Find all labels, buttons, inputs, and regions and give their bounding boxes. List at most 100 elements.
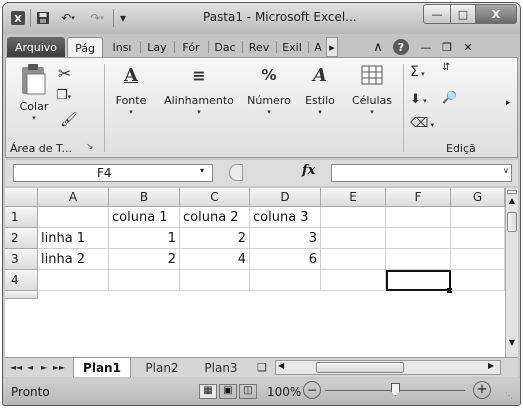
cell-e3[interactable] — [321, 249, 386, 270]
row-header-3[interactable]: 3 — [5, 249, 38, 270]
row-header-2[interactable]: 2 — [5, 228, 38, 249]
maximize-button[interactable]: □ — [450, 4, 476, 24]
cell-e2[interactable] — [321, 228, 386, 249]
previous-sheet-icon[interactable]: ◄ — [24, 358, 36, 377]
scroll-left-icon[interactable]: ◀ — [278, 361, 284, 370]
cell-a3[interactable]: linha 2 — [38, 249, 109, 270]
column-header-e[interactable]: E — [321, 188, 386, 207]
cell-b2[interactable]: 1 — [109, 228, 180, 249]
minimize-button[interactable]: — — [423, 4, 451, 24]
tab-formulas[interactable]: Fór — [177, 37, 205, 57]
insert-sheet-icon[interactable]: ❏ — [253, 358, 271, 377]
alignment-button[interactable]: ≡ Alinhamento ▾ — [162, 62, 236, 117]
zoom-out-button[interactable]: − — [303, 381, 321, 399]
scroll-up-icon[interactable]: ▲ — [506, 196, 518, 208]
styles-button[interactable]: A Estilo ▾ — [299, 62, 341, 117]
cell-e1[interactable] — [321, 207, 386, 228]
cell-g3[interactable] — [451, 249, 505, 270]
sheet-tab-plan1[interactable]: Plan1 — [73, 358, 131, 377]
minimize-ribbon-icon[interactable]: ∧ — [369, 37, 387, 57]
cell-g4[interactable] — [451, 270, 505, 291]
column-header-b[interactable]: B — [109, 188, 180, 207]
undo-icon[interactable]: ↶ ▾ — [55, 9, 81, 27]
split-box[interactable] — [507, 190, 517, 194]
cell-d4[interactable] — [250, 270, 321, 291]
expand-formula-bar-icon[interactable]: ∨ — [503, 166, 509, 175]
cell-d2[interactable]: 3 — [250, 228, 321, 249]
tab-file[interactable]: Arquivo — [7, 37, 65, 57]
ribbon-scroll-right-icon[interactable]: ▸ — [506, 98, 511, 108]
column-header-f[interactable]: F — [386, 188, 451, 207]
workbook-close-icon[interactable]: ✕ — [461, 37, 475, 57]
sheet-tab-plan3[interactable]: Plan3 — [193, 358, 249, 377]
workbook-restore-icon[interactable]: ❐ — [439, 37, 455, 57]
tab-view[interactable]: Exil — [279, 37, 305, 57]
formula-bar-collapse-icon[interactable] — [229, 164, 243, 181]
paste-button[interactable]: Colar ▾ — [14, 62, 54, 122]
insert-function-icon[interactable]: fx — [302, 163, 315, 178]
font-button[interactable]: A Fonte ▾ — [111, 62, 151, 117]
page-layout-view-icon[interactable]: ▣ — [219, 384, 237, 399]
row-header-1[interactable]: 1 — [5, 207, 38, 228]
tab-addins[interactable]: A — [311, 37, 325, 57]
cell-g2[interactable] — [451, 228, 505, 249]
zoom-slider-thumb[interactable] — [391, 383, 400, 396]
horizontal-scrollbar[interactable]: ◀ ▶ — [275, 360, 501, 375]
cell-b4[interactable] — [109, 270, 180, 291]
zoom-level[interactable]: 100% — [267, 385, 301, 399]
cell-f1[interactable] — [386, 207, 451, 228]
copy-icon[interactable]: ❐▾ — [56, 88, 88, 108]
sort-filter-icon[interactable]: ⇵ — [442, 62, 450, 73]
column-header-a[interactable]: A — [38, 188, 109, 207]
name-box[interactable]: F4 ▾ — [13, 164, 213, 182]
cell-g1[interactable] — [451, 207, 505, 228]
cells-button[interactable]: Células ▾ — [347, 62, 397, 116]
tab-layout[interactable]: Lay — [143, 37, 171, 57]
format-painter-icon[interactable]: 🖌 — [60, 112, 80, 132]
tab-scroll-right-icon[interactable]: ▸ — [326, 37, 338, 57]
cell-a4[interactable] — [38, 270, 109, 291]
zoom-in-button[interactable]: + — [473, 381, 491, 399]
number-button[interactable]: % Número ▾ — [244, 62, 294, 116]
name-box-dropdown-icon[interactable]: ▾ — [200, 166, 204, 175]
clear-icon[interactable]: ⌫ ▾ — [410, 116, 434, 131]
cell-b1[interactable]: coluna 1 — [109, 207, 180, 228]
vertical-scrollbar[interactable]: ▲ ▼ — [505, 188, 518, 370]
tab-page-layout[interactable]: Pág — [67, 37, 103, 58]
cell-c2[interactable]: 2 — [180, 228, 250, 249]
redo-icon[interactable]: ↷ ▾ — [85, 9, 109, 27]
cell-c1[interactable]: coluna 2 — [180, 207, 250, 228]
column-header-g[interactable]: G — [451, 188, 505, 207]
cell-f2[interactable] — [386, 228, 451, 249]
scroll-down-icon[interactable]: ▼ — [506, 338, 518, 350]
excel-logo-icon[interactable]: X — [9, 9, 27, 27]
fill-icon[interactable]: ⬇ ▾ — [410, 92, 427, 107]
row-header-4[interactable]: 4 — [5, 270, 38, 291]
tab-review[interactable]: Rev — [245, 37, 273, 57]
save-icon[interactable] — [34, 9, 52, 27]
select-all-corner[interactable] — [5, 188, 38, 207]
first-sheet-icon[interactable]: ◄◄ — [9, 358, 23, 377]
tab-insert[interactable]: Insı — [107, 37, 137, 57]
resize-grip-icon[interactable]: ⋱ — [505, 391, 513, 400]
formula-input[interactable] — [331, 164, 512, 182]
sheet-tab-plan2[interactable]: Plan2 — [133, 358, 191, 377]
dialog-launcher-icon[interactable]: ↘ — [86, 142, 94, 152]
horizontal-scroll-thumb[interactable] — [316, 362, 404, 373]
cell-c3[interactable]: 4 — [180, 249, 250, 270]
row-header-5[interactable] — [5, 291, 38, 299]
find-select-icon[interactable]: 🔎 — [442, 90, 457, 104]
customize-qat-icon[interactable]: ▾ — [117, 9, 129, 27]
normal-view-icon[interactable]: ▦ — [199, 384, 217, 399]
scroll-thumb[interactable] — [507, 212, 517, 232]
help-icon[interactable]: ? — [390, 37, 412, 57]
cell-f3[interactable] — [386, 249, 451, 270]
cell-c4[interactable] — [180, 270, 250, 291]
workbook-minimize-icon[interactable]: — — [418, 37, 434, 57]
close-button[interactable]: X — [475, 4, 517, 24]
page-break-view-icon[interactable]: ◫ — [239, 384, 257, 399]
cell-a1[interactable] — [38, 207, 109, 228]
column-header-d[interactable]: D — [250, 188, 321, 207]
next-sheet-icon[interactable]: ► — [38, 358, 50, 377]
cell-e4[interactable] — [321, 270, 386, 291]
